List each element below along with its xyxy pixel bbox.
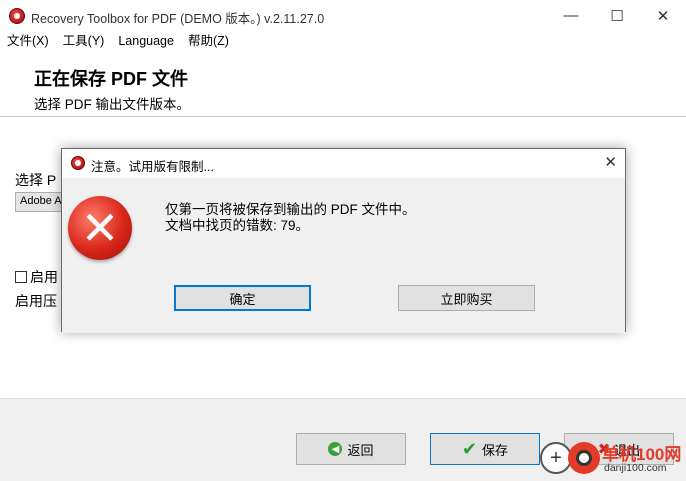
menu-tools[interactable]: 工具(Y) (56, 31, 112, 51)
menu-help[interactable]: 帮助(Z) (181, 31, 236, 51)
enable-checkbox[interactable] (15, 271, 27, 283)
error-icon: ✕ (68, 196, 132, 260)
menu-file[interactable]: 文件(X) (0, 31, 56, 51)
dialog-close-button[interactable]: ✕ (604, 153, 617, 171)
back-button-label: 返回 (347, 442, 374, 458)
back-arrow-icon: ◀ (328, 442, 343, 456)
page-subtitle: 选择 PDF 输出文件版本。 (34, 97, 191, 112)
maximize-button[interactable]: ☐ (594, 0, 640, 31)
enable-option[interactable]: 启用 (15, 267, 58, 287)
enable-label: 启用 (30, 269, 58, 285)
dialog-title-bar: 注意。试用版有限制... ✕ (62, 149, 625, 178)
app-icon (9, 8, 25, 24)
close-button[interactable]: ✕ (640, 0, 686, 31)
version-select-label: 选择 P (15, 172, 57, 188)
ok-button[interactable]: 确定 (174, 285, 311, 311)
checkmark-icon: ✔ (461, 438, 478, 459)
dialog-title: 注意。试用版有限制... (91, 160, 214, 174)
menu-language[interactable]: Language (111, 31, 181, 51)
compress-label: 启用压 (15, 293, 57, 309)
dialog-app-icon (71, 156, 85, 170)
wizard-header: 正在保存 PDF 文件 选择 PDF 输出文件版本。 (0, 51, 686, 117)
save-button[interactable]: ✔ 保存 (430, 433, 540, 465)
menu-bar: 文件(X) 工具(Y) Language 帮助(Z) (0, 31, 686, 51)
buy-now-button[interactable]: 立即购买 (398, 285, 535, 311)
watermark-url: danji100.com (604, 462, 667, 474)
window-title: Recovery Toolbox for PDF (DEMO 版本。) v.2.… (31, 12, 325, 26)
watermark-logo-icon (568, 442, 600, 474)
save-button-label: 保存 (482, 442, 509, 458)
dialog-message-line2: 文档中找页的错数: 79。 (165, 218, 310, 233)
back-button[interactable]: ◀ 返回 (296, 433, 406, 465)
demo-limit-dialog: 注意。试用版有限制... ✕ ✕ 仅第一页将被保存到输出的 PDF 文件中。 文… (61, 148, 626, 333)
page-title: 正在保存 PDF 文件 (34, 69, 189, 89)
watermark: + 单机100网 danji100.com (536, 432, 686, 481)
dialog-body: ✕ 仅第一页将被保存到输出的 PDF 文件中。 文档中找页的错数: 79。 确定… (62, 178, 625, 333)
title-bar: Recovery Toolbox for PDF (DEMO 版本。) v.2.… (0, 0, 686, 31)
minimize-button[interactable]: — (548, 0, 594, 31)
